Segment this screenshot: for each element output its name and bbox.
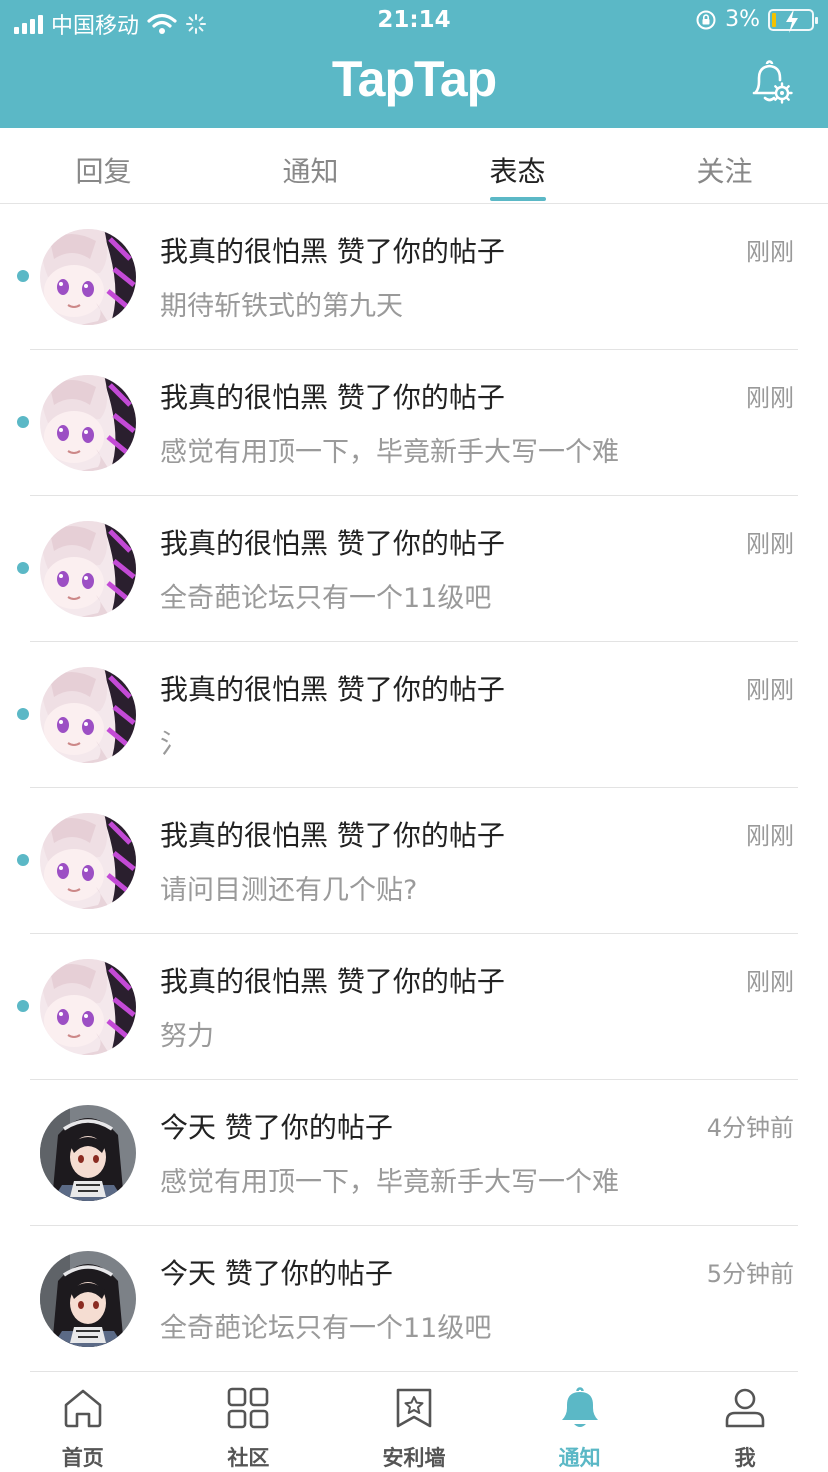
tab-reactions[interactable]: 表态 — [414, 128, 621, 203]
unread-dot — [17, 1000, 29, 1012]
nav-item-notifications[interactable]: 通知 — [497, 1372, 663, 1472]
tab-label: 回复 — [75, 155, 132, 188]
notification-item[interactable]: 今天 赞了你的帖子 5分钟前全奇葩论坛只有一个11级吧 — [0, 1226, 828, 1372]
pink-hair-anime-avatar[interactable] — [40, 667, 136, 763]
notification-item[interactable]: 我真的很怕黑 赞了你的帖子 刚刚氵 — [0, 642, 828, 788]
unread-dot — [17, 270, 29, 282]
post-preview: 感觉有用顶一下，毕竟新手大写一个难 — [160, 437, 619, 468]
notification-title: 我真的很怕黑 赞了你的帖子 — [160, 235, 505, 268]
nav-label: 通知 — [558, 1446, 601, 1470]
notification-list: 我真的很怕黑 赞了你的帖子 刚刚 期待斩铁式的第九天 我真的很怕黑 赞了你的帖子 刚刚感… — [0, 204, 828, 1372]
notification-title: 今天 赞了你的帖子 — [160, 1111, 393, 1144]
battery-percent: 3% — [725, 7, 760, 32]
unread-dot — [17, 708, 29, 720]
bell-icon — [561, 1387, 598, 1427]
post-preview: 氵 — [160, 729, 187, 760]
notification-time: 刚刚 — [746, 968, 794, 996]
unread-dot — [17, 562, 29, 574]
notification-time: 刚刚 — [746, 530, 794, 558]
dark-hair-anime-avatar[interactable] — [40, 1105, 136, 1201]
grid-icon — [228, 1387, 269, 1429]
status-bar: 中国移动 21:14 3% — [0, 0, 828, 42]
battery-icon — [768, 8, 818, 33]
notification-time: 4分钟前 — [706, 1114, 794, 1142]
user-icon — [725, 1388, 765, 1428]
tab-label: 通知 — [282, 155, 339, 188]
nav-item-recommend-wall[interactable]: 安利墙 — [331, 1372, 497, 1472]
notification-time: 刚刚 — [746, 238, 794, 266]
notification-item[interactable]: 我真的很怕黑 赞了你的帖子 刚刚请问目测还有几个贴? — [0, 788, 828, 934]
nav-item-community[interactable]: 社区 — [166, 1372, 332, 1472]
pink-hair-anime-avatar[interactable] — [40, 229, 136, 325]
post-preview: 期待斩铁式的第九天 — [160, 291, 403, 322]
post-preview: 全奇葩论坛只有一个11级吧 — [160, 583, 492, 614]
notification-title: 今天 赞了你的帖子 — [160, 1257, 393, 1290]
post-preview: 感觉有用顶一下，毕竟新手大写一个难 — [160, 1167, 619, 1198]
unread-dot — [17, 416, 29, 428]
nav-label: 社区 — [227, 1446, 270, 1470]
nav-label: 安利墙 — [382, 1446, 446, 1470]
notification-time: 刚刚 — [746, 822, 794, 850]
pink-hair-anime-avatar[interactable] — [40, 959, 136, 1055]
notification-title: 我真的很怕黑 赞了你的帖子 — [160, 819, 505, 852]
notification-time: 5分钟前 — [706, 1260, 794, 1288]
nav-label: 我 — [734, 1446, 756, 1470]
notification-title: 我真的很怕黑 赞了你的帖子 — [160, 527, 505, 560]
nav-label: 首页 — [61, 1446, 104, 1470]
app-logo: TapTap — [331, 51, 497, 107]
battery-level — [772, 12, 776, 27]
tab-bar: 回复 通知 表态 关注 — [0, 128, 828, 204]
notification-title: 我真的很怕黑 赞了你的帖子 — [160, 965, 505, 998]
bell-settings-icon[interactable] — [748, 58, 794, 106]
unread-dot — [17, 854, 29, 866]
notification-item[interactable]: 今天 赞了你的帖子 4分钟前感觉有用顶一下，毕竟新手大写一个难 — [0, 1080, 828, 1226]
star-bookmark-icon — [396, 1388, 432, 1428]
post-preview: 全奇葩论坛只有一个11级吧 — [160, 1313, 492, 1344]
tab-follows[interactable]: 关注 — [621, 128, 828, 203]
charging-bolt-icon — [786, 8, 798, 33]
bottom-nav: 首页 社区 安利墙 通知 我 — [0, 1372, 828, 1472]
app-header: 中国移动 21:14 3% TapTap — [0, 0, 828, 128]
pink-hair-anime-avatar[interactable] — [40, 521, 136, 617]
tab-replies[interactable]: 回复 — [0, 128, 207, 203]
nav-item-home[interactable]: 首页 — [0, 1372, 166, 1472]
notification-title: 我真的很怕黑 赞了你的帖子 — [160, 381, 505, 414]
notification-title: 我真的很怕黑 赞了你的帖子 — [160, 673, 505, 706]
tab-notices[interactable]: 通知 — [207, 128, 414, 203]
notification-time: 刚刚 — [746, 676, 794, 704]
tab-label: 表态 — [489, 155, 546, 188]
active-tab-indicator — [489, 197, 546, 201]
nav-item-me[interactable]: 我 — [662, 1372, 828, 1472]
notification-item[interactable]: 我真的很怕黑 赞了你的帖子 刚刚全奇葩论坛只有一个11级吧 — [0, 496, 828, 642]
pink-hair-anime-avatar[interactable] — [40, 813, 136, 909]
dark-hair-anime-avatar[interactable] — [40, 1251, 136, 1347]
notification-time: 刚刚 — [746, 384, 794, 412]
tab-label: 关注 — [696, 155, 753, 188]
notification-item[interactable]: 我真的很怕黑 赞了你的帖子 刚刚努力 — [0, 934, 828, 1080]
post-preview: 努力 — [160, 1021, 214, 1052]
notification-item[interactable]: 我真的很怕黑 赞了你的帖子 刚刚感觉有用顶一下，毕竟新手大写一个难 — [0, 350, 828, 496]
post-preview: 请问目测还有几个贴? — [160, 875, 418, 906]
home-icon — [64, 1389, 102, 1428]
notification-item[interactable]: 我真的很怕黑 赞了你的帖子 刚刚期待斩铁式的第九天 — [0, 204, 828, 350]
rotation-lock-icon — [696, 10, 716, 29]
pink-hair-anime-avatar[interactable] — [40, 375, 136, 471]
